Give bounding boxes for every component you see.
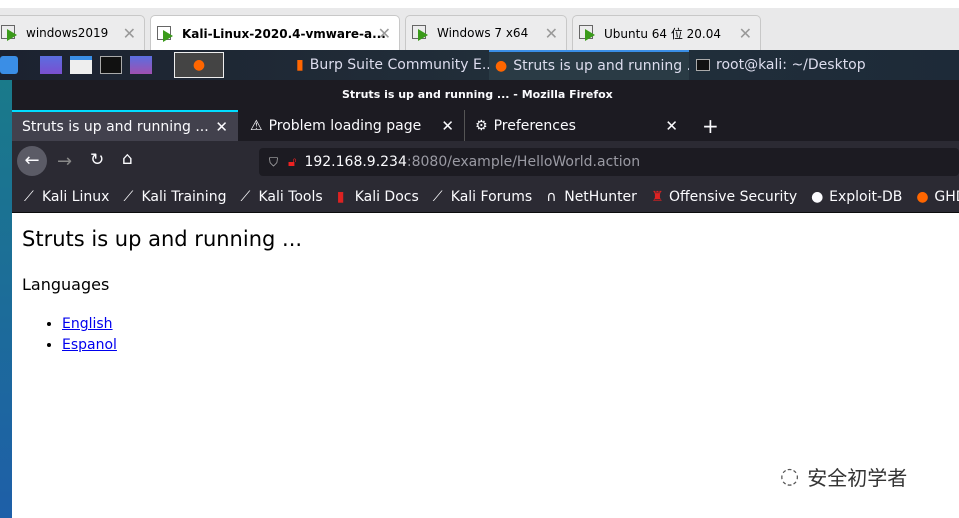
bookmarks-toolbar: ⟋ Kali Linux ⟋ Kali Training ⟋ Kali Tools ▮… (12, 181, 959, 213)
vm-icon (579, 25, 597, 41)
page-heading: Struts is up and running ... (22, 227, 303, 251)
bookmark-kali-tools[interactable]: ⟋ Kali Tools (240, 189, 322, 205)
terminal-icon[interactable] (100, 56, 122, 74)
url-host: 192.168.9.234 (304, 154, 407, 170)
tab-label: Problem loading page (268, 117, 422, 134)
wechat-icon: ◌ (780, 464, 800, 489)
browser-tab-strip: Struts is up and running ... ✕ ⚠ Problem l… (12, 110, 959, 141)
firefox-window: Struts is up and running ... - Mozilla F… (12, 80, 959, 518)
languages-heading: Languages (22, 275, 110, 294)
tab-problem-loading[interactable]: ⚠ Problem loading page ✕ (240, 110, 464, 141)
url-path: :8080/example/HelloWorld.action (406, 154, 641, 170)
vm-tab-windows7[interactable]: Windows 7 x64 ✕ (405, 15, 567, 50)
tab-label: Kali-Linux-2020.4-vmware-a... (182, 26, 386, 41)
vm-tab-bar: windows2019 ✕ Kali-Linux-2020.4-vmware-a.… (0, 0, 959, 51)
tab-label: Ubuntu 64 位 20.04 (604, 26, 721, 41)
vm-tab-kali[interactable]: Kali-Linux-2020.4-vmware-a... ✕ (150, 15, 400, 51)
warning-icon: ⚠ (250, 117, 263, 134)
window-title: Struts is up and running ... - Mozilla F… (12, 80, 959, 110)
taskbar-window-burp[interactable]: ▮ Burp Suite Community E... (290, 50, 490, 80)
bookmark-exploit-db[interactable]: ● Exploit-DB (811, 189, 902, 205)
close-icon[interactable]: ✕ (545, 24, 558, 43)
new-tab-button[interactable]: + (692, 110, 719, 141)
taskbar: ● ▮ Burp Suite Community E... ● Struts is … (0, 50, 959, 80)
bookmark-kali-linux[interactable]: ⟋ Kali Linux (24, 189, 109, 205)
close-icon[interactable]: ✕ (215, 118, 228, 136)
close-icon[interactable]: ✕ (665, 117, 678, 135)
bookmark-ghdb[interactable]: ●GHDB (916, 189, 959, 205)
vm-icon (412, 25, 430, 41)
forward-button[interactable]: → (57, 151, 72, 172)
offsec-icon: ♜ (650, 188, 664, 205)
screen-recorder-icon[interactable] (130, 56, 152, 74)
home-button[interactable]: ⌂ (122, 149, 133, 169)
burp-icon: ▮ (296, 57, 304, 73)
tab-label: Preferences (493, 117, 576, 134)
tab-struts[interactable]: Struts is up and running ... ✕ (12, 110, 238, 141)
tab-label: Struts is up and running ... (22, 118, 209, 135)
close-icon[interactable]: ✕ (739, 24, 752, 43)
reload-button[interactable]: ↻ (90, 150, 104, 170)
vm-icon (1, 25, 19, 41)
list-item: Espanol (62, 335, 949, 356)
page-content: Struts is up and running ... Languages E… (12, 213, 959, 366)
nav-toolbar: ← → ↻ ⌂ ⛉ 🔓︎ 192.168.9.234:8080/example/… (12, 141, 959, 181)
vm-tab-windows2019[interactable]: windows2019 ✕ (0, 15, 145, 50)
bookmark-kali-training[interactable]: ⟋ Kali Training (123, 189, 226, 205)
window-label: Struts is up and running .... (513, 58, 689, 74)
nethunter-icon: ∩ (546, 188, 557, 205)
close-icon[interactable]: ✕ (441, 117, 454, 135)
watermark: ◌ 安全初学者 (780, 462, 907, 491)
bookmark-nethunter[interactable]: ∩ NetHunter (546, 189, 637, 205)
kali-icon: ⟋ (24, 188, 34, 205)
firefox-launcher-icon[interactable]: ● (174, 52, 224, 78)
bookmark-offensive-security[interactable]: ♜ Offensive Security (651, 189, 797, 205)
ghdb-icon: ● (916, 188, 929, 205)
vm-icon (157, 25, 175, 42)
window-label: Burp Suite Community E... (309, 57, 490, 73)
vm-tab-ubuntu[interactable]: Ubuntu 64 位 20.04 ✕ (572, 15, 761, 50)
back-button[interactable]: ← (17, 146, 47, 176)
shield-icon: ⛉ (269, 154, 279, 169)
bookmark-kali-docs[interactable]: ▮ Kali Docs (337, 189, 419, 205)
taskbar-window-terminal[interactable]: root@kali: ~/Desktop (690, 50, 880, 80)
watermark-text: 安全初学者 (807, 466, 908, 490)
bookmark-kali-forums[interactable]: ⟋ Kali Forums (433, 189, 532, 205)
tab-label: windows2019 (26, 26, 109, 40)
kali-icon: ⟋ (432, 188, 443, 205)
language-list: English Espanol (62, 314, 949, 356)
desktop-icon[interactable] (40, 56, 62, 74)
window-label: root@kali: ~/Desktop (716, 57, 866, 73)
desktop-background (0, 80, 12, 518)
tab-label: Windows 7 x64 (437, 26, 529, 40)
firefox-icon: ● (495, 58, 508, 74)
url-bar[interactable]: ⛉ 🔓︎ 192.168.9.234:8080/example/HelloWor… (259, 148, 959, 176)
kali-icon: ⟋ (123, 188, 134, 205)
english-link[interactable]: English (62, 316, 113, 332)
list-item: English (62, 314, 949, 335)
kali-icon: ⟋ (240, 188, 251, 205)
exploit-db-icon: ● (811, 188, 824, 205)
close-icon[interactable]: ✕ (378, 24, 391, 43)
espanol-link[interactable]: Espanol (62, 337, 117, 353)
close-icon[interactable]: ✕ (123, 24, 136, 43)
insecure-lock-icon: 🔓︎ (288, 154, 297, 170)
docs-icon: ▮ (336, 188, 345, 205)
tab-preferences[interactable]: ⚙ Preferences ✕ (464, 110, 688, 141)
kali-menu-icon[interactable] (0, 56, 18, 74)
terminal-icon (696, 59, 710, 71)
taskbar-window-firefox[interactable]: ● Struts is up and running .... (489, 50, 689, 80)
gear-icon: ⚙ (475, 117, 488, 134)
file-manager-icon[interactable] (70, 56, 92, 74)
